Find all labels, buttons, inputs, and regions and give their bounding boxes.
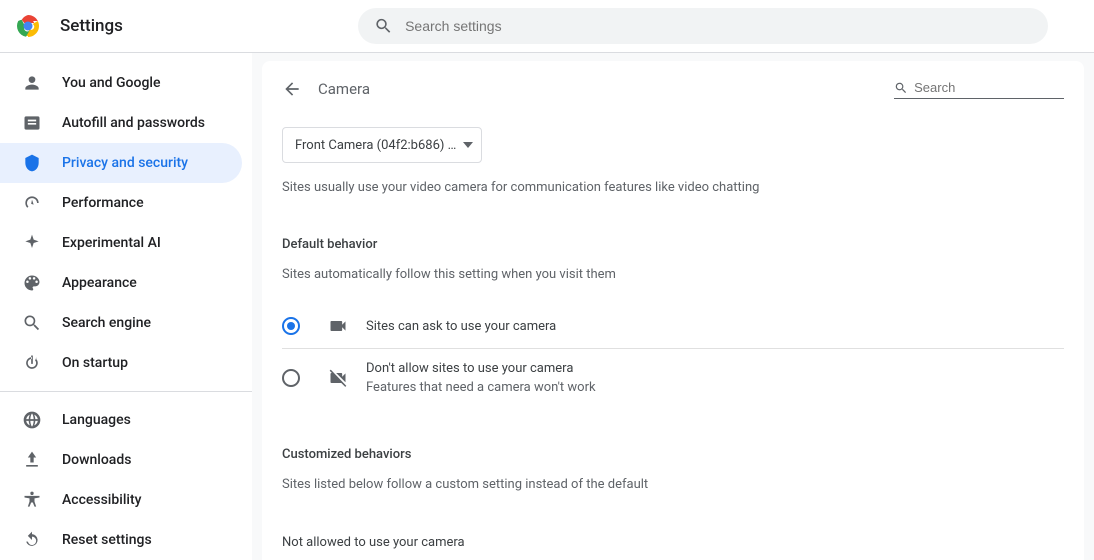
- sidebar-item-experimental-ai[interactable]: Experimental AI: [0, 223, 242, 263]
- global-search[interactable]: [358, 8, 1048, 44]
- sidebar-item-label: Search engine: [62, 315, 151, 331]
- sidebar-item-reset[interactable]: Reset settings: [0, 520, 242, 560]
- main-panel: Camera Front Camera (04f2:b686) User Sit…: [252, 53, 1094, 560]
- search-icon: [22, 313, 42, 333]
- customized-behaviors-title: Customized behaviors: [282, 447, 1064, 462]
- card-header: Camera: [282, 79, 1064, 99]
- sidebar-item-label: Languages: [62, 412, 131, 428]
- sidebar-item-label: Privacy and security: [62, 155, 188, 171]
- sidebar-item-search-engine[interactable]: Search engine: [0, 303, 242, 343]
- sidebar-item-accessibility[interactable]: Accessibility: [0, 480, 242, 520]
- sidebar-divider: [0, 391, 252, 392]
- default-behavior-options: Sites can ask to use your camera Don't a…: [282, 304, 1064, 407]
- sidebar-item-label: Reset settings: [62, 532, 152, 548]
- camera-select-dropdown[interactable]: Front Camera (04f2:b686) User: [282, 127, 482, 163]
- search-icon: [374, 16, 393, 36]
- videocam-off-icon: [328, 368, 348, 388]
- radio-option-block[interactable]: Don't allow sites to use your camera Fea…: [282, 349, 1064, 407]
- camera-settings-card: Camera Front Camera (04f2:b686) User Sit…: [262, 61, 1084, 560]
- sidebar-item-label: You and Google: [62, 75, 160, 91]
- radio-option-allow[interactable]: Sites can ask to use your camera: [282, 304, 1064, 349]
- globe-icon: [22, 410, 42, 430]
- page-title: Camera: [318, 80, 370, 98]
- sidebar-item-you-and-google[interactable]: You and Google: [0, 63, 242, 103]
- chrome-logo-icon: [16, 14, 40, 38]
- radio-sublabel: Features that need a camera won't work: [366, 380, 596, 395]
- sparkle-icon: [22, 233, 42, 253]
- videocam-icon: [328, 316, 348, 336]
- download-icon: [22, 450, 42, 470]
- camera-description: Sites usually use your video camera for …: [282, 179, 1064, 197]
- not-allowed-section-title: Not allowed to use your camera: [282, 535, 1064, 550]
- sidebar-item-autofill[interactable]: Autofill and passwords: [0, 103, 242, 143]
- sidebar-item-on-startup[interactable]: On startup: [0, 343, 242, 383]
- customized-behaviors-desc: Sites listed below follow a custom setti…: [282, 476, 1064, 494]
- dropdown-arrow-icon: [463, 140, 473, 150]
- palette-icon: [22, 273, 42, 293]
- default-behavior-title: Default behavior: [282, 237, 1064, 252]
- app-header: Settings: [0, 0, 1094, 53]
- sidebar-item-label: Performance: [62, 195, 144, 211]
- search-icon: [894, 80, 908, 96]
- sidebar-item-label: Accessibility: [62, 492, 141, 508]
- reset-icon: [22, 530, 42, 550]
- radio-label: Sites can ask to use your camera: [366, 319, 556, 334]
- autofill-icon: [22, 113, 42, 133]
- back-arrow-icon[interactable]: [282, 79, 302, 99]
- default-behavior-desc: Sites automatically follow this setting …: [282, 266, 1064, 284]
- sidebar-item-label: Experimental AI: [62, 235, 161, 251]
- sidebar-item-appearance[interactable]: Appearance: [0, 263, 242, 303]
- card-search[interactable]: [894, 80, 1064, 99]
- sidebar-item-downloads[interactable]: Downloads: [0, 440, 242, 480]
- performance-icon: [22, 193, 42, 213]
- power-icon: [22, 353, 42, 373]
- person-icon: [22, 73, 42, 93]
- app-title: Settings: [60, 16, 123, 36]
- sidebar-item-languages[interactable]: Languages: [0, 400, 242, 440]
- sidebar-item-privacy-security[interactable]: Privacy and security: [0, 143, 242, 183]
- accessibility-icon: [22, 490, 42, 510]
- shield-icon: [22, 153, 42, 173]
- sidebar-item-performance[interactable]: Performance: [0, 183, 242, 223]
- settings-sidebar: You and Google Autofill and passwords Pr…: [0, 53, 252, 560]
- dropdown-label: Front Camera (04f2:b686) User: [295, 138, 457, 153]
- sidebar-item-label: Appearance: [62, 275, 137, 291]
- radio-button[interactable]: [282, 369, 300, 387]
- sidebar-item-label: On startup: [62, 355, 128, 371]
- global-search-input[interactable]: [405, 18, 1048, 34]
- card-search-input[interactable]: [914, 80, 1064, 95]
- sidebar-item-label: Autofill and passwords: [62, 115, 205, 131]
- sidebar-item-label: Downloads: [62, 452, 131, 468]
- radio-button[interactable]: [282, 317, 300, 335]
- radio-label: Don't allow sites to use your camera: [366, 361, 596, 376]
